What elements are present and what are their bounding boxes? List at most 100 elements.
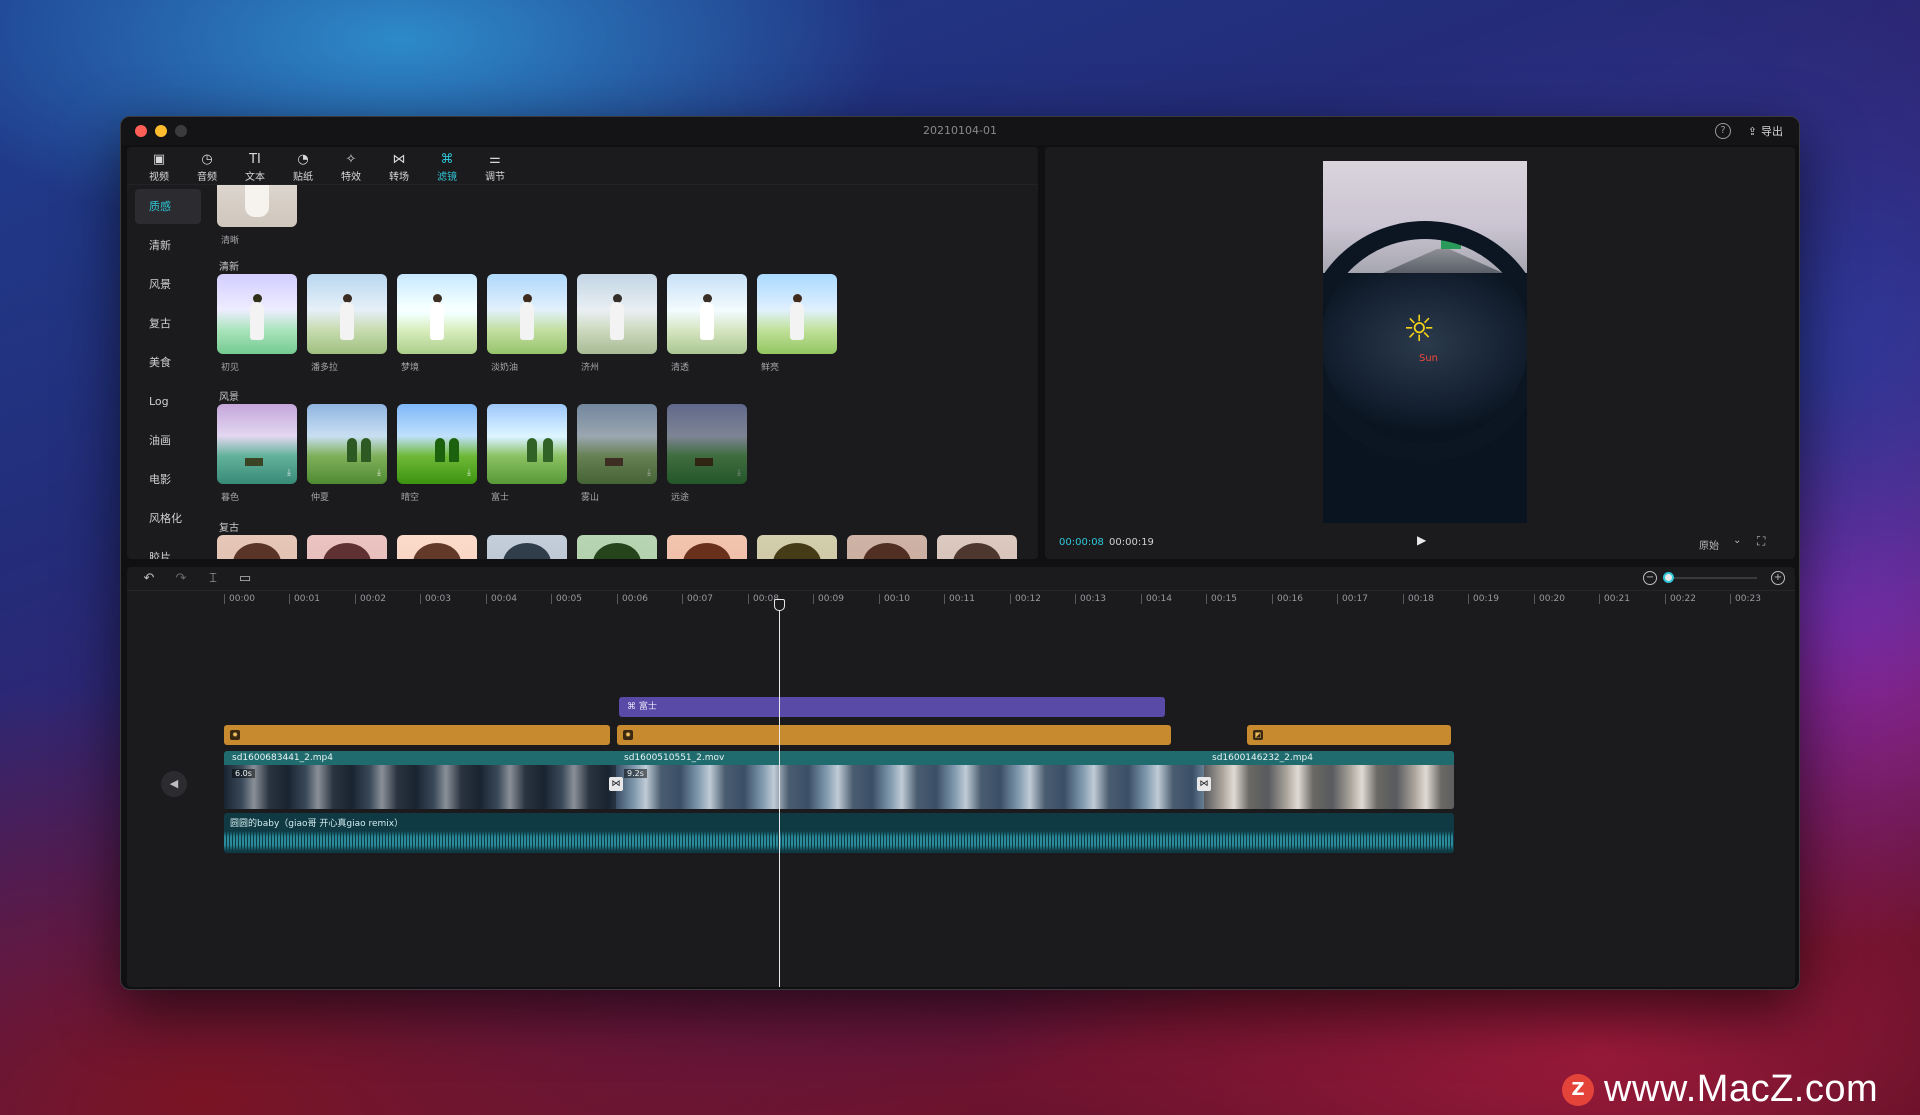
effect-clip[interactable]: ◩ — [1247, 725, 1451, 745]
video-clip[interactable]: sd1600510551_2.mov 9.2s — [616, 751, 1204, 809]
filter-clip-label: 富士 — [638, 702, 657, 712]
aspect-ratio-select[interactable]: 原始 — [1699, 537, 1719, 552]
mute-track-icon[interactable]: ◀ — [161, 771, 187, 797]
tab-effects[interactable]: ✧ 特效 — [327, 147, 375, 184]
effects-icon: ✧ — [345, 152, 357, 167]
filter-thumb[interactable]: 清晰 — [217, 185, 297, 246]
category-item[interactable]: 风景 — [135, 267, 201, 302]
zoom-out-icon[interactable]: − — [1643, 571, 1657, 585]
undo-icon[interactable]: ↶ — [141, 571, 157, 587]
filter-thumb[interactable]: ⤓ 雾山 — [577, 404, 657, 503]
clip-duration: 6.0s — [232, 769, 255, 778]
filter-thumb[interactable] — [307, 535, 387, 559]
audio-track[interactable]: 圆圆的baby（giao哥 开心真giao remix） — [224, 813, 1454, 853]
effect-clip[interactable]: ✹ — [617, 725, 1171, 745]
clip-name: sd1600146232_2.mp4 — [1212, 753, 1313, 763]
filter-thumb[interactable] — [397, 535, 477, 559]
filter-thumb[interactable]: 初见 — [217, 274, 297, 373]
ruler-tick: 00:09 — [813, 594, 844, 604]
category-item[interactable]: 电影 — [135, 462, 201, 497]
filter-name: 淡奶油 — [491, 363, 519, 373]
category-item[interactable]: Log — [135, 384, 201, 419]
filter-thumb[interactable] — [667, 535, 747, 559]
filter-thumb[interactable]: 鲜亮 — [757, 274, 837, 373]
clip-duration: 9.2s — [624, 769, 647, 778]
category-item[interactable]: 美食 — [135, 345, 201, 380]
filter-thumb[interactable] — [487, 535, 567, 559]
filter-thumb[interactable] — [937, 535, 1017, 559]
filter-name: 暮色 — [221, 493, 240, 503]
zoom-slider-handle[interactable] — [1663, 572, 1674, 583]
video-preview[interactable]: ☼ Sun — [1323, 161, 1527, 523]
playhead[interactable] — [779, 601, 780, 987]
filter-thumb[interactable]: ⤓ 暮色 — [217, 404, 297, 503]
download-icon[interactable]: ⤓ — [377, 468, 381, 478]
filter-thumb[interactable] — [577, 535, 657, 559]
ruler-tick: 00:19 — [1468, 594, 1499, 604]
playhead-handle[interactable] — [774, 599, 785, 611]
filter-thumb[interactable]: 富士 — [487, 404, 567, 503]
filter-clip[interactable]: ⌘ 富士 — [619, 697, 1165, 717]
download-icon[interactable]: ⤓ — [647, 468, 651, 478]
tab-video[interactable]: ▣ 视频 — [135, 147, 183, 184]
play-icon[interactable]: ▶ — [1417, 533, 1433, 549]
zoom-slider[interactable] — [1667, 577, 1757, 579]
fullscreen-icon[interactable]: ⛶ — [1757, 534, 1765, 549]
filter-thumb[interactable]: ⤓ 远途 — [667, 404, 747, 503]
download-icon[interactable]: ⤓ — [287, 468, 291, 478]
ruler-tick: 00:20 — [1534, 594, 1565, 604]
ruler-tick: 00:13 — [1075, 594, 1106, 604]
video-clip[interactable]: sd1600146232_2.mp4 — [1204, 751, 1454, 809]
filter-name: 远途 — [671, 493, 690, 503]
chevron-down-icon[interactable]: ⌄ — [1733, 535, 1741, 546]
filter-name: 初见 — [221, 363, 240, 373]
ruler-tick: 00:14 — [1141, 594, 1172, 604]
download-icon[interactable]: ⤓ — [467, 468, 471, 478]
tab-adjust[interactable]: ⚌ 调节 — [471, 147, 519, 184]
filter-thumb[interactable]: 淡奶油 — [487, 274, 567, 373]
effect-clip[interactable]: ✹ — [224, 725, 610, 745]
ruler-tick: 00:05 — [551, 594, 582, 604]
category-item[interactable]: 风格化 — [135, 501, 201, 536]
zoom-in-icon[interactable]: + — [1771, 571, 1785, 585]
category-item[interactable]: 胶片 — [135, 540, 201, 559]
filter-thumb[interactable] — [217, 535, 297, 559]
filter-thumb[interactable]: ⤓ 晴空 — [397, 404, 477, 503]
tab-audio[interactable]: ◷ 音频 — [183, 147, 231, 184]
transition-icon[interactable]: ⋈ — [609, 777, 623, 791]
section-title: 复古 — [219, 523, 239, 534]
category-item[interactable]: 质感 — [135, 189, 201, 224]
tab-filters[interactable]: ⌘ 滤镜 — [423, 147, 471, 184]
delete-icon[interactable]: ▭ — [237, 571, 253, 587]
player-panel: ☼ Sun 00:00:08 00:00:19 ▶ 原始 ⌄ ⛶ — [1045, 147, 1795, 559]
filter-thumb[interactable]: 济州 — [577, 274, 657, 373]
ruler-tick: 00:01 — [289, 594, 320, 604]
tab-transitions[interactable]: ⋈ 转场 — [375, 147, 423, 184]
video-clip[interactable]: sd1600683441_2.mp4 6.0s — [224, 751, 616, 809]
tab-text[interactable]: TI 文本 — [231, 147, 279, 184]
filter-thumb[interactable]: 潘多拉 — [307, 274, 387, 373]
redo-icon[interactable]: ↷ — [173, 571, 189, 587]
export-button[interactable]: ⇪ 导出 — [1742, 121, 1789, 141]
filter-thumb[interactable]: ⤓ 仲夏 — [307, 404, 387, 503]
help-icon[interactable]: ? — [1715, 123, 1731, 139]
time-ruler[interactable]: 00:00 00:01 00:02 00:03 00:04 00:05 00:0… — [127, 591, 1795, 609]
watermark-text: www.MacZ.com — [1604, 1068, 1879, 1110]
ruler-tick: 00:04 — [486, 594, 517, 604]
category-item[interactable]: 复古 — [135, 306, 201, 341]
clip-name: sd1600510551_2.mov — [624, 753, 725, 763]
filter-thumb[interactable] — [847, 535, 927, 559]
split-icon[interactable]: ⌶ — [205, 571, 221, 587]
download-icon[interactable]: ⤓ — [737, 468, 741, 478]
category-item[interactable]: 油画 — [135, 423, 201, 458]
current-time: 00:00:08 — [1059, 537, 1104, 548]
tab-sticker[interactable]: ◔ 贴纸 — [279, 147, 327, 184]
clip-frames — [1204, 765, 1454, 809]
filter-name: 雾山 — [581, 493, 600, 503]
filter-thumb[interactable]: 梦境 — [397, 274, 477, 373]
ruler-tick: 00:22 — [1665, 594, 1696, 604]
filter-thumb[interactable]: 清透 — [667, 274, 747, 373]
category-item[interactable]: 清新 — [135, 228, 201, 263]
transition-icon[interactable]: ⋈ — [1197, 777, 1211, 791]
filter-thumb[interactable] — [757, 535, 837, 559]
